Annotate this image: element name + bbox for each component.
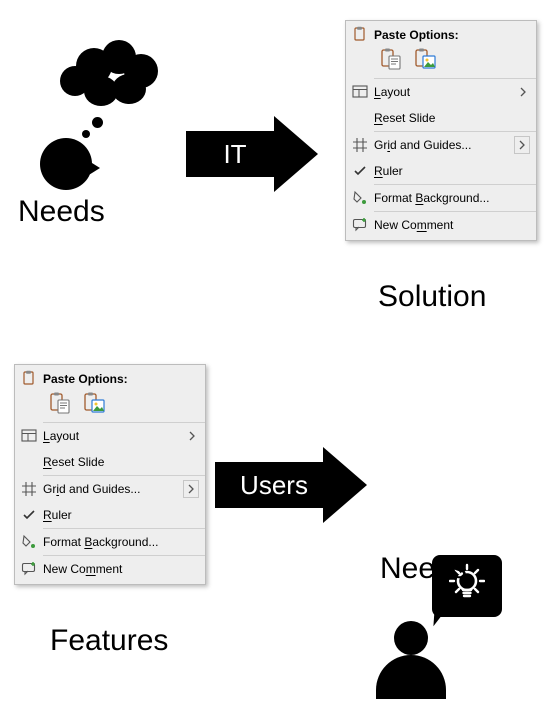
menu-item-label: Format Background... [43, 535, 199, 549]
needs-label-top: Needs [18, 195, 105, 229]
menu-item-label: Grid and Guides... [374, 138, 514, 152]
format-background-icon [15, 534, 43, 550]
arrow-it: IT [186, 116, 318, 192]
menu-item-ruler[interactable]: Ruler [346, 158, 536, 184]
menu-item-label: New Comment [374, 218, 530, 232]
comment-icon [346, 217, 374, 233]
grid-icon [15, 481, 43, 497]
paste-options-label: Paste Options: [43, 370, 205, 386]
thought-cloud-icon [54, 40, 164, 108]
menu-item-label: Layout [43, 429, 185, 443]
paste-options-row [15, 388, 205, 422]
person-head-icon [394, 621, 428, 655]
paste-options-row [346, 44, 536, 78]
needs-label-bottom: Needs [380, 552, 467, 586]
context-menu-top[interactable]: Paste Options: Layout Reset Slide [345, 20, 537, 241]
thinking-head-figure [26, 40, 176, 190]
menu-item-label: New Comment [43, 562, 199, 576]
menu-item-reset-slide[interactable]: Reset Slide [346, 105, 536, 131]
paste-keep-text-button[interactable] [378, 46, 404, 72]
context-menu-bottom[interactable]: Paste Options: Layout Reset Slide [14, 364, 206, 585]
arrow-users-label: Users [240, 470, 308, 501]
menu-item-label: Reset Slide [374, 111, 530, 125]
arrow-users: Users [215, 447, 367, 523]
features-label: Features [50, 624, 168, 658]
person-body-icon [376, 655, 446, 699]
format-background-icon [346, 190, 374, 206]
menu-item-label: Layout [374, 85, 516, 99]
menu-item-layout[interactable]: Layout [346, 79, 536, 105]
speech-bubble-tail-icon [433, 608, 456, 627]
menu-item-grid-guides[interactable]: Grid and Guides... [15, 476, 205, 502]
submenu-chevron-icon [185, 431, 199, 441]
menu-item-grid-guides[interactable]: Grid and Guides... [346, 132, 536, 158]
paste-keep-text-button[interactable] [47, 390, 73, 416]
menu-item-label: Ruler [374, 164, 530, 178]
submenu-chevron-icon [516, 87, 530, 97]
menu-item-new-comment[interactable]: New Comment [346, 212, 536, 238]
menu-item-new-comment[interactable]: New Comment [15, 556, 205, 582]
thought-dot-icon [82, 130, 90, 138]
paste-clipboard-icon [346, 26, 374, 42]
menu-item-format-background[interactable]: Format Background... [15, 529, 205, 555]
menu-item-label: Ruler [43, 508, 199, 522]
paste-picture-button[interactable] [412, 46, 438, 72]
layout-icon [346, 84, 374, 100]
comment-icon [15, 561, 43, 577]
layout-icon [15, 428, 43, 444]
menu-item-label: Format Background... [374, 191, 530, 205]
menu-item-reset-slide[interactable]: Reset Slide [15, 449, 205, 475]
submenu-chevron-icon[interactable] [514, 136, 530, 154]
solution-label: Solution [378, 280, 486, 314]
paste-options-header: Paste Options: [15, 365, 205, 388]
arrow-it-label: IT [223, 139, 246, 170]
thought-dot-icon [92, 117, 103, 128]
menu-item-label: Reset Slide [43, 455, 199, 469]
menu-item-ruler[interactable]: Ruler [15, 502, 205, 528]
checkmark-icon [15, 507, 43, 523]
paste-picture-button[interactable] [81, 390, 107, 416]
submenu-chevron-icon[interactable] [183, 480, 199, 498]
menu-item-label: Grid and Guides... [43, 482, 183, 496]
paste-options-header: Paste Options: [346, 21, 536, 44]
nose-icon [84, 158, 100, 178]
menu-item-layout[interactable]: Layout [15, 423, 205, 449]
menu-item-format-background[interactable]: Format Background... [346, 185, 536, 211]
grid-icon [346, 137, 374, 153]
checkmark-icon [346, 163, 374, 179]
paste-options-label: Paste Options: [374, 26, 536, 42]
paste-clipboard-icon [15, 370, 43, 386]
